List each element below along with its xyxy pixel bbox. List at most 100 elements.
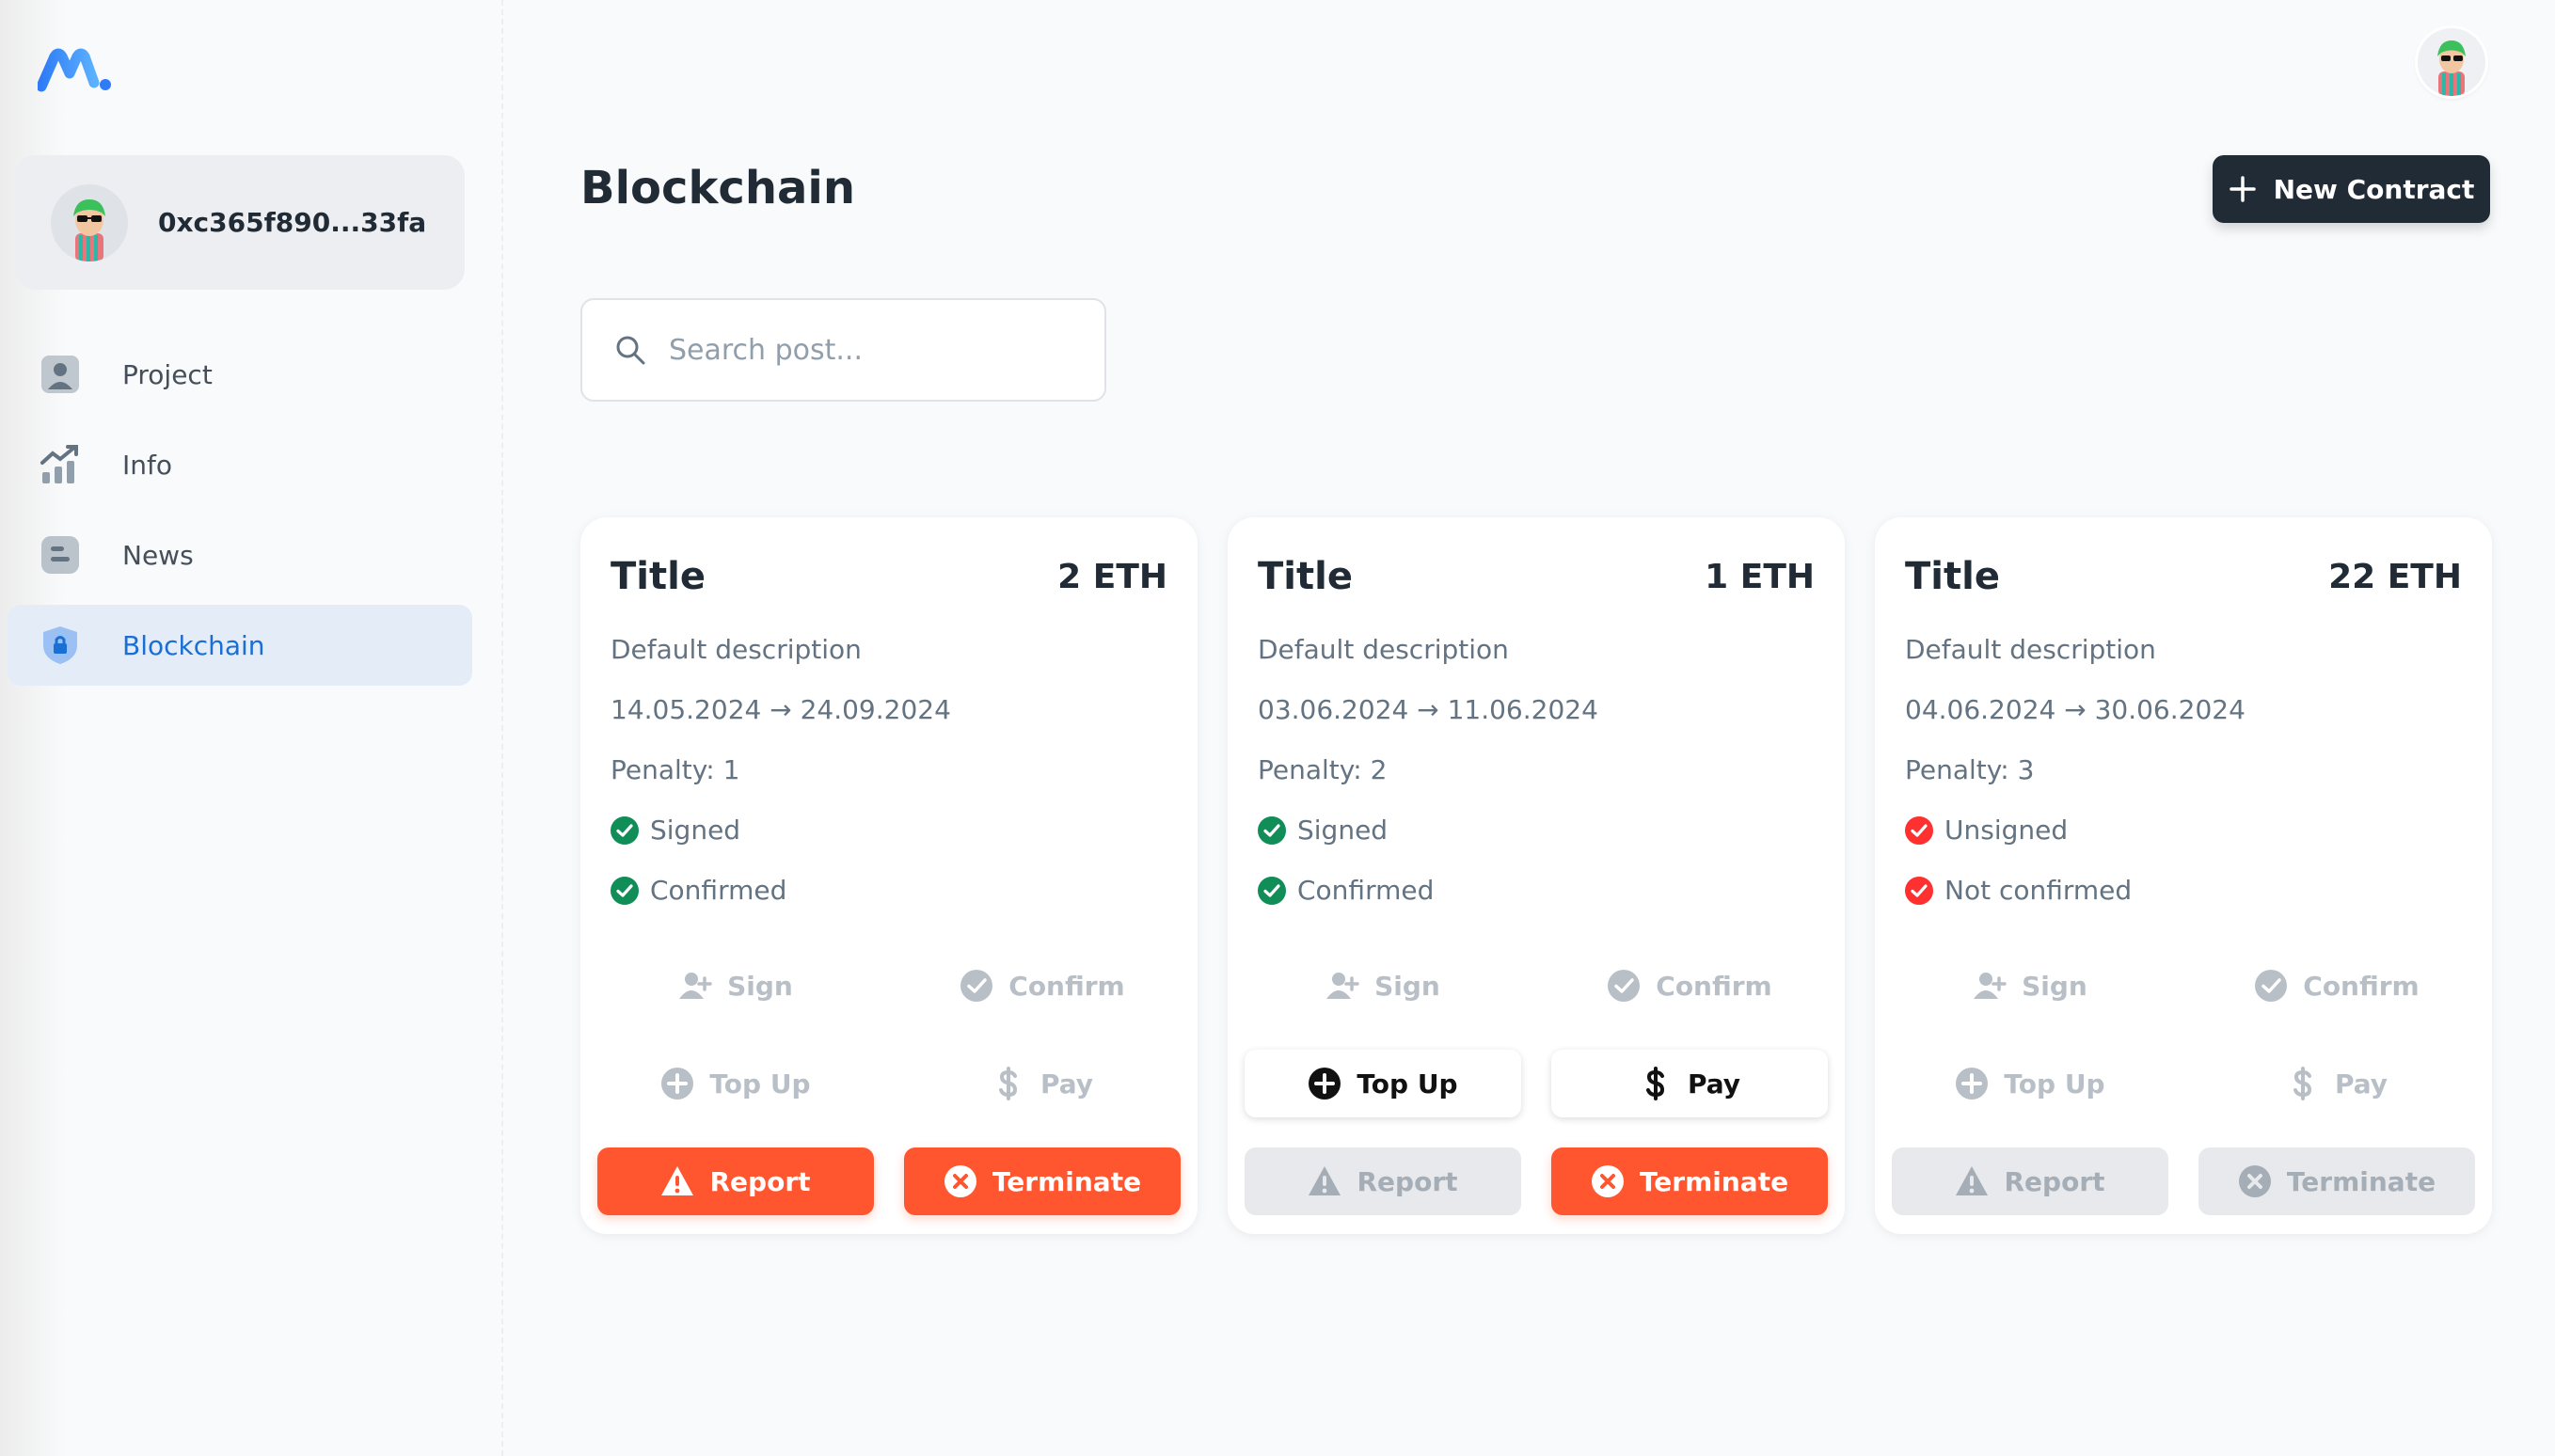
pay-button[interactable]: Pay [1551, 1050, 1828, 1117]
contract-price: 1 ETH [1705, 557, 1815, 596]
confirmed-status: Not confirmed [1905, 877, 2462, 905]
topup-button[interactable]: Top Up [1892, 1050, 2168, 1117]
sidebar-item-label: Info [122, 449, 172, 481]
pay-button[interactable]: Pay [904, 1050, 1181, 1117]
sign-button[interactable]: Sign [1245, 952, 1521, 1020]
check-circle-icon [1258, 816, 1286, 845]
signed-status: Signed [611, 816, 1167, 845]
close-circle-icon [944, 1165, 976, 1197]
terminate-label: Terminate [2286, 1165, 2436, 1197]
contract-penalty: Penalty: 2 [1258, 754, 1388, 785]
contract-penalty: Penalty: 1 [611, 754, 740, 785]
contract-price: 22 ETH [2328, 557, 2462, 596]
contract-card: Title 22 ETH Default description 04.06.2… [1875, 517, 2492, 1234]
contract-card: Title 2 ETH Default description 14.05.20… [580, 517, 1198, 1234]
contract-penalty: Penalty: 3 [1905, 754, 2035, 785]
report-label: Report [2004, 1165, 2105, 1197]
contract-title: Title [1258, 555, 1353, 598]
confirm-label: Confirm [1008, 970, 1125, 1002]
dollar-icon [1645, 1067, 1664, 1100]
topup-button[interactable]: Top Up [597, 1050, 874, 1117]
page-title: Blockchain [580, 162, 856, 214]
plus-icon [2229, 176, 2256, 202]
confirm-button[interactable]: Confirm [1551, 952, 1828, 1020]
terminate-button[interactable]: Terminate [2198, 1147, 2475, 1215]
user-square-icon [41, 356, 79, 393]
check-circle-icon [2255, 970, 2288, 1002]
terminate-button[interactable]: Terminate [1551, 1147, 1828, 1215]
pay-label: Pay [2334, 1068, 2388, 1100]
user-plus-icon [1326, 973, 1359, 999]
warning-icon [661, 1166, 694, 1195]
pay-button[interactable]: Pay [2198, 1050, 2475, 1117]
sign-button[interactable]: Sign [597, 952, 874, 1020]
contract-title: Title [1905, 555, 2000, 598]
check-circle-icon [960, 970, 993, 1002]
confirmed-status: Confirmed [1258, 877, 1815, 905]
blog-icon [41, 536, 79, 574]
report-button[interactable]: Report [1245, 1147, 1521, 1215]
confirm-button[interactable]: Confirm [904, 952, 1181, 1020]
warning-icon [1956, 1166, 1989, 1195]
confirmed-status: Confirmed [611, 877, 1167, 905]
sidebar-item-label: Blockchain [122, 629, 265, 661]
contract-description: Default description [1905, 634, 2156, 665]
sidebar: 0xc365f890...33fa Project Info News Bloc… [0, 0, 503, 1456]
report-label: Report [1357, 1165, 1458, 1197]
check-circle-icon [1258, 877, 1286, 905]
topup-label: Top Up [1357, 1068, 1458, 1100]
topup-label: Top Up [709, 1068, 811, 1100]
error-circle-icon [1905, 816, 1933, 845]
plus-circle-icon [661, 1068, 694, 1100]
sidebar-item-label: Project [122, 358, 213, 390]
sidebar-item-project[interactable]: Project [8, 334, 472, 415]
report-button[interactable]: Report [1892, 1147, 2168, 1215]
report-label: Report [709, 1165, 811, 1197]
close-circle-icon [2238, 1165, 2271, 1197]
plus-circle-icon [1309, 1068, 1341, 1100]
dollar-icon [2293, 1067, 2311, 1100]
new-contract-label: New Contract [2273, 173, 2475, 205]
sidebar-nav: Project Info News Blockchain [8, 334, 472, 695]
shield-lock-icon [43, 626, 77, 664]
pay-label: Pay [1039, 1068, 1094, 1100]
confirm-button[interactable]: Confirm [2198, 952, 2475, 1020]
new-contract-button[interactable]: New Contract [2213, 155, 2490, 223]
sidebar-item-label: News [122, 539, 194, 571]
search-input[interactable] [669, 333, 1083, 367]
terminate-label: Terminate [992, 1165, 1142, 1197]
terminate-button[interactable]: Terminate [904, 1147, 1181, 1215]
user-avatar[interactable] [2418, 28, 2485, 96]
signed-status: Signed [1258, 816, 1815, 845]
signed-label: Signed [650, 815, 741, 846]
dollar-icon [998, 1067, 1017, 1100]
confirm-label: Confirm [2303, 970, 2420, 1002]
sign-button[interactable]: Sign [1892, 952, 2168, 1020]
sidebar-item-news[interactable]: News [8, 514, 472, 595]
sign-label: Sign [727, 970, 793, 1002]
confirmed-label: Confirmed [650, 875, 787, 906]
check-circle-icon [611, 877, 639, 905]
signed-label: Unsigned [1944, 815, 2069, 846]
contract-description: Default description [611, 634, 862, 665]
chart-trend-icon [40, 445, 78, 483]
topup-button[interactable]: Top Up [1245, 1050, 1521, 1117]
sidebar-item-blockchain[interactable]: Blockchain [8, 605, 472, 686]
signed-status: Unsigned [1905, 816, 2462, 845]
report-button[interactable]: Report [597, 1147, 874, 1215]
app-logo[interactable] [38, 47, 113, 94]
search-icon [616, 336, 645, 365]
confirmed-label: Not confirmed [1944, 875, 2133, 906]
signed-label: Signed [1297, 815, 1389, 846]
sign-label: Sign [1374, 970, 1440, 1002]
search-box [580, 298, 1106, 402]
topup-label: Top Up [2004, 1068, 2105, 1100]
close-circle-icon [1591, 1165, 1624, 1197]
warning-icon [1309, 1166, 1341, 1195]
error-circle-icon [1905, 877, 1933, 905]
confirm-label: Confirm [1656, 970, 1772, 1002]
check-circle-icon [1608, 970, 1641, 1002]
wallet-address: 0xc365f890...33fa [158, 207, 427, 238]
sidebar-item-info[interactable]: Info [8, 424, 472, 505]
account-card[interactable]: 0xc365f890...33fa [15, 155, 465, 290]
